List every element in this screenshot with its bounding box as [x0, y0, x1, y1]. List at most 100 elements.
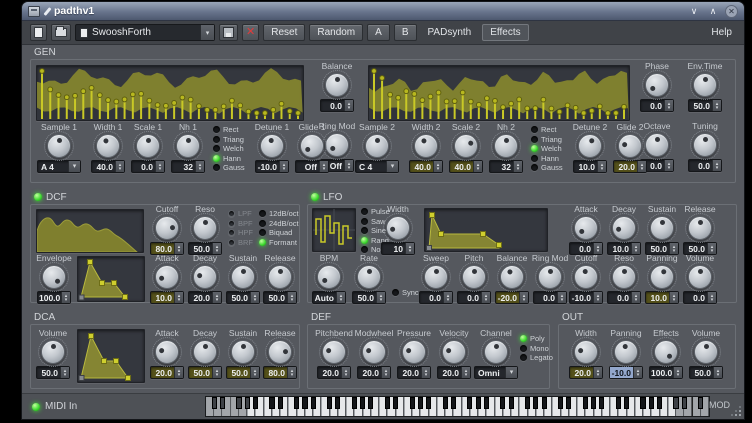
dca-sustain-value-box[interactable]: 50.0▴▾: [226, 366, 260, 379]
lfo-panning-spin-buttons[interactable]: ▴▾: [669, 292, 678, 303]
def-pitchbend-knob[interactable]: [322, 340, 346, 364]
def-pitchbend[interactable]: Pitchbend20.0▴▾: [314, 329, 354, 379]
gen-osc2-glide-knob[interactable]: [618, 134, 642, 158]
gen-osc1-glide-spin-buttons[interactable]: ▴▾: [319, 161, 328, 172]
black-key[interactable]: [335, 397, 340, 409]
gen-osc2-scale-knob[interactable]: [454, 134, 478, 158]
lfo-pitch-value-box[interactable]: 0.0▴▾: [457, 291, 491, 304]
tab-padsynth[interactable]: PADsynth: [421, 24, 479, 42]
gen-osc1-nh-value-box[interactable]: 32▴▾: [171, 160, 205, 173]
out-effects-knob[interactable]: [654, 340, 678, 364]
gen-osc2-window-option-rect[interactable]: Rect: [531, 126, 563, 133]
def-pressure-value-box[interactable]: 20.0▴▾: [397, 366, 431, 379]
dcf-envelope-amount-value-box[interactable]: 100.0▴▾: [37, 291, 71, 304]
dcf-filter-type-option-hpf[interactable]: HPF: [228, 229, 253, 236]
dca-volume-value-box[interactable]: 50.0▴▾: [36, 366, 70, 379]
gen-osc2-detune-spin-buttons[interactable]: ▴▾: [597, 161, 606, 172]
dcf-release[interactable]: Release50.0▴▾: [262, 254, 298, 304]
gen-osc2-sample-knob[interactable]: [365, 134, 389, 158]
gen-osc2-window-option-hann[interactable]: Hann: [531, 155, 563, 162]
delete-preset-button[interactable]: ✕: [242, 24, 259, 41]
lfo-bpm-value-box[interactable]: Auto▴▾: [312, 291, 346, 304]
gen-osc1-width-value-box[interactable]: 40.0▴▾: [91, 160, 125, 173]
out-width[interactable]: Width20.0▴▾: [567, 329, 605, 379]
gen-envtime-spin-buttons[interactable]: ▴▾: [712, 100, 721, 111]
black-key[interactable]: [385, 397, 390, 409]
gen-osc1-window-option-welch[interactable]: Welch: [213, 145, 245, 152]
gen-osc1-glide[interactable]: Glide 1Off▴▾: [293, 123, 331, 173]
dcf-sustain[interactable]: Sustain50.0▴▾: [225, 254, 261, 304]
gen-phase-knob[interactable]: [645, 73, 669, 97]
out-panning-spin-buttons[interactable]: ▴▾: [633, 367, 642, 378]
gen-osc2-window-option-triang[interactable]: Triang: [531, 136, 563, 143]
lfo-sweep-spin-buttons[interactable]: ▴▾: [443, 292, 452, 303]
gen-phase-spin-buttons[interactable]: ▴▾: [664, 100, 673, 111]
resize-grip[interactable]: [731, 406, 741, 416]
gen-osc1-sample[interactable]: Sample 1A 4▾: [35, 123, 83, 173]
dcf-release-knob[interactable]: [268, 265, 292, 289]
dca-attack[interactable]: Attack20.0▴▾: [149, 329, 185, 379]
help-button[interactable]: Help: [707, 27, 736, 38]
lfo-volume-spin-buttons[interactable]: ▴▾: [707, 292, 716, 303]
lfo-panning-knob[interactable]: [650, 265, 674, 289]
def-modwheel-value-box[interactable]: 20.0▴▾: [357, 366, 391, 379]
lfo-rate-value-box[interactable]: 50.0▴▾: [352, 291, 386, 304]
lfo-reso-spin-buttons[interactable]: ▴▾: [631, 292, 640, 303]
dcf-sustain-spin-buttons[interactable]: ▴▾: [250, 292, 259, 303]
gen-osc2-width-value-box[interactable]: 40.0▴▾: [409, 160, 443, 173]
lfo-bpm-spin-buttons[interactable]: ▴▾: [336, 292, 345, 303]
lfo-pitch-spin-buttons[interactable]: ▴▾: [481, 292, 490, 303]
black-key[interactable]: [484, 397, 489, 409]
keyboard[interactable]: [205, 396, 710, 417]
black-key[interactable]: [311, 397, 316, 409]
black-key[interactable]: [616, 397, 621, 409]
gen-phase-value-box[interactable]: 0.0▴▾: [640, 99, 674, 112]
gen-osc2-detune-value-box[interactable]: 10.0▴▾: [573, 160, 607, 173]
black-key[interactable]: [566, 397, 571, 409]
black-key[interactable]: [368, 397, 373, 409]
gen-osc2-sample[interactable]: Sample 2C 4▾: [353, 123, 401, 173]
dca-decay-value-box[interactable]: 50.0▴▾: [188, 366, 222, 379]
gen-osc1-nh-spin-buttons[interactable]: ▴▾: [195, 161, 204, 172]
dca-volume[interactable]: Volume50.0▴▾: [33, 329, 73, 379]
gen-osc2-scale-spin-buttons[interactable]: ▴▾: [473, 161, 482, 172]
dcf-filter-slope-option-formant[interactable]: Formant: [259, 239, 299, 246]
dcf-cutoff[interactable]: Cutoff80.0▴▾: [149, 205, 185, 255]
lfo-cutoff-spin-buttons[interactable]: ▴▾: [593, 292, 602, 303]
gen-osc1-sample-value-box[interactable]: A 4▾: [37, 160, 81, 173]
dca-decay-spin-buttons[interactable]: ▴▾: [212, 367, 221, 378]
preset-dropdown-arrow[interactable]: ▾: [200, 25, 214, 40]
def-velocity-value-box[interactable]: 20.0▴▾: [437, 366, 471, 379]
out-volume-knob[interactable]: [694, 340, 718, 364]
gen-osc2-width-knob[interactable]: [414, 134, 438, 158]
gen-osc2-glide[interactable]: Glide 220.0▴▾: [611, 123, 649, 173]
black-key[interactable]: [542, 397, 547, 409]
black-key[interactable]: [410, 397, 415, 409]
gen-osc1-window[interactable]: RectTriangWelchHannGauss: [213, 126, 245, 171]
black-key[interactable]: [443, 397, 448, 409]
gen-osc1-glide-knob[interactable]: [300, 134, 324, 158]
mod-label[interactable]: MOD: [709, 400, 730, 410]
lfo-ringmod[interactable]: Ring Mod0.0▴▾: [532, 254, 568, 304]
def-key-mode[interactable]: PolyMonoLegato: [520, 335, 553, 361]
dcf-cutoff-knob[interactable]: [155, 216, 179, 240]
dca-envelope-display[interactable]: [77, 329, 145, 383]
black-key[interactable]: [533, 397, 538, 409]
black-key[interactable]: [500, 397, 505, 409]
lfo-enabled-led[interactable]: [311, 193, 319, 201]
def-modwheel[interactable]: Modwheel20.0▴▾: [354, 329, 394, 379]
black-key[interactable]: [220, 397, 225, 409]
black-key[interactable]: [253, 397, 258, 409]
lfo-sweep-knob[interactable]: [424, 265, 448, 289]
dcf-attack[interactable]: Attack10.0▴▾: [149, 254, 185, 304]
dca-attack-spin-buttons[interactable]: ▴▾: [174, 367, 183, 378]
new-preset-button[interactable]: [30, 24, 47, 41]
black-key[interactable]: [393, 397, 398, 409]
dcf-filter-type-option-lpf[interactable]: LPF: [228, 210, 253, 217]
dcf-decay-knob[interactable]: [193, 265, 217, 289]
a-button[interactable]: A: [367, 24, 390, 41]
lfo-width-knob[interactable]: [386, 216, 410, 240]
black-key[interactable]: [451, 397, 456, 409]
def-pressure-knob[interactable]: [402, 340, 426, 364]
gen-osc1-window-option-gauss[interactable]: Gauss: [213, 164, 245, 171]
